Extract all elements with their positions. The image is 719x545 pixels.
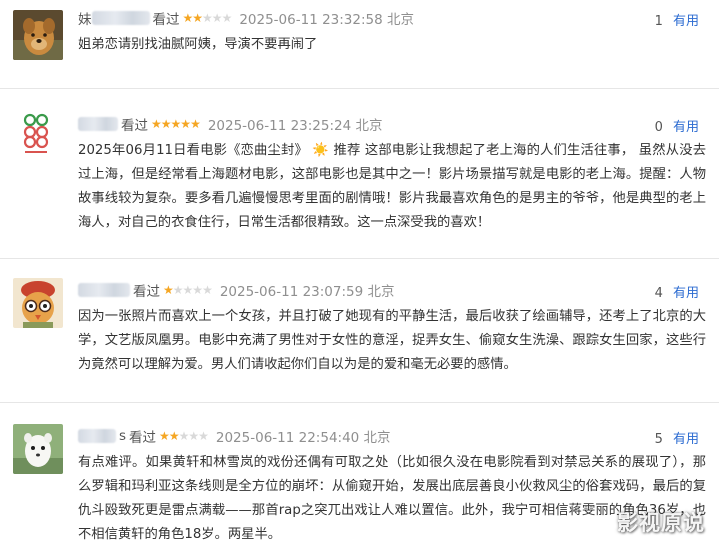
- cartoon-bird-icon: [13, 278, 63, 328]
- useful-button[interactable]: 有用: [673, 286, 699, 301]
- timestamp: 2025-06-11 23:32:58 北京: [239, 12, 414, 28]
- review-text: 2025年06月11日看电影《恋曲尘封》 ☀️ 推荐 这部电影让我想起了老上海的…: [78, 143, 706, 230]
- review-meta: 看过 ★ ★ ★ ★ ★ 2025-06-11 23:07:59 北京: [78, 280, 395, 300]
- watched-label: 看过: [129, 430, 157, 446]
- dog-photo-icon: [13, 10, 63, 60]
- useful-area: 5 有用: [655, 428, 699, 447]
- star-filled-icon: ★: [168, 429, 180, 443]
- avatar[interactable]: [13, 424, 63, 474]
- blurred-username: [78, 283, 130, 297]
- star-empty-icon: ★: [211, 11, 223, 25]
- rating-stars: ★ ★ ★ ★ ★: [159, 429, 209, 443]
- useful-count: 1: [654, 14, 663, 29]
- review-meta: s 看过 ★ ★ ★ ★ ★ 2025-06-11 22:54:40 北京: [78, 426, 391, 446]
- star-filled-icon: ★: [192, 11, 203, 25]
- useful-area: 4 有用: [655, 282, 699, 301]
- star-empty-icon: ★: [188, 429, 199, 443]
- white-ferret-icon: [13, 424, 63, 474]
- star-empty-icon: ★: [198, 429, 209, 443]
- star-empty-icon: ★: [182, 283, 194, 297]
- useful-button[interactable]: 有用: [673, 432, 699, 447]
- divider: [0, 258, 719, 259]
- divider: [0, 88, 719, 89]
- star-empty-icon: ★: [221, 11, 233, 25]
- rating-stars: ★ ★ ★ ★ ★: [163, 283, 213, 297]
- review-meta: 看过 ★ ★ ★ ★ ★ 2025-06-11 23:25:24 北京: [78, 114, 383, 134]
- star-filled-icon: ★: [170, 117, 182, 131]
- review-text: 有点难评。如果黄轩和林雪岚的戏份还偶有可取之处（比如很久没在电影院看到对禁忌关系…: [78, 455, 706, 542]
- review-text: 因为一张照片而喜欢上一个女孩，并且打破了她现有的平静生活，最后收获了绘画辅导，还…: [78, 309, 706, 372]
- star-filled-icon: ★: [163, 283, 174, 297]
- useful-count: 5: [654, 432, 663, 447]
- watched-label: 看过: [152, 12, 180, 28]
- star-empty-icon: ★: [172, 283, 184, 297]
- timestamp: 2025-06-11 23:07:59 北京: [219, 284, 395, 300]
- timestamp: 2025-06-11 22:54:40 北京: [215, 430, 391, 446]
- useful-area: 1 有用: [655, 10, 699, 29]
- rating-stars: ★ ★ ★ ★ ★: [182, 11, 233, 25]
- watched-label: 看过: [133, 284, 160, 300]
- useful-button[interactable]: 有用: [673, 120, 699, 135]
- star-empty-icon: ★: [192, 283, 203, 297]
- star-filled-icon: ★: [190, 117, 201, 131]
- useful-count: 0: [654, 120, 663, 135]
- author-name[interactable]: s: [119, 428, 126, 444]
- star-empty-icon: ★: [202, 11, 213, 25]
- useful-count: 4: [654, 286, 663, 301]
- author-name[interactable]: 妹: [78, 8, 92, 28]
- star-empty-icon: ★: [202, 283, 213, 297]
- star-filled-icon: ★: [182, 11, 194, 25]
- star-filled-icon: ★: [151, 117, 162, 131]
- avatar[interactable]: [13, 10, 63, 60]
- avatar[interactable]: [13, 110, 61, 158]
- star-filled-icon: ★: [160, 117, 172, 131]
- timestamp: 2025-06-11 23:25:24 北京: [207, 118, 383, 134]
- blurred-username: [91, 11, 150, 25]
- rating-stars: ★ ★ ★ ★ ★: [151, 117, 201, 131]
- review-meta: 妹 看过 ★ ★ ★ ★ ★ 2025-06-11 23:32:58 北京: [78, 8, 414, 28]
- review-text: 姐弟恋请别找油腻阿姨，导演不要再闹了: [78, 37, 318, 52]
- watermark: 影视原说: [617, 511, 705, 535]
- blurred-username: [78, 429, 116, 443]
- useful-button[interactable]: 有用: [673, 14, 699, 29]
- blurred-username: [78, 117, 118, 131]
- watched-label: 看过: [121, 118, 148, 134]
- green-red-logo-icon: [23, 113, 49, 153]
- avatar[interactable]: [13, 278, 63, 328]
- useful-area: 0 有用: [655, 116, 699, 135]
- star-filled-icon: ★: [180, 117, 191, 131]
- star-empty-icon: ★: [178, 429, 190, 443]
- star-filled-icon: ★: [159, 429, 170, 443]
- divider: [0, 402, 719, 403]
